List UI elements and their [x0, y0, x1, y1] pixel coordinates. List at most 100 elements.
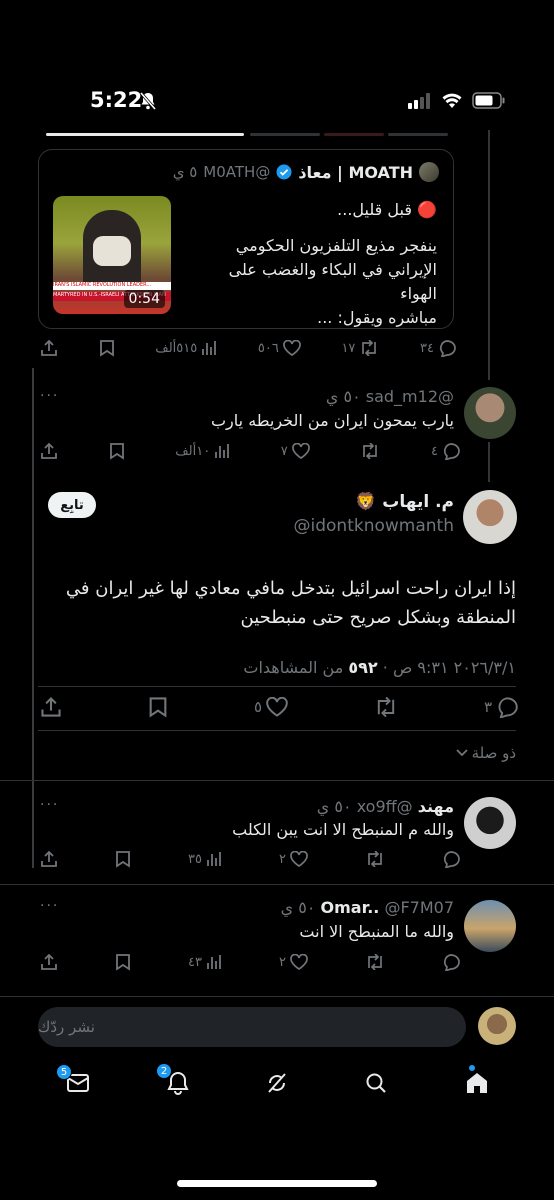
quoted-tweet-actions: ٥١٥ألف ٥٠٦ ١٧ ٣٤	[40, 339, 456, 357]
reply-input[interactable]: نشر ردّك	[38, 1007, 466, 1047]
bookmark-button[interactable]	[115, 953, 131, 971]
author-handle[interactable]: @xo9ff	[357, 797, 413, 816]
more-options-icon[interactable]: ···	[40, 797, 59, 813]
avatar[interactable]	[464, 797, 516, 849]
like-count: ٢	[278, 851, 286, 867]
reply-header: مهند @xo9ff ٥٠ ي	[317, 797, 454, 816]
bookmark-button[interactable]	[115, 850, 131, 868]
nav-notifications[interactable]: 2	[156, 1063, 190, 1095]
like-button[interactable]: ٥	[254, 697, 288, 717]
more-options-icon[interactable]: ···	[40, 388, 59, 404]
home-unread-dot	[469, 1065, 475, 1071]
like-button[interactable]: ٢	[279, 851, 308, 867]
status-icons	[408, 92, 506, 109]
tweet-text-line: إذا ايران راحت اسرائيل بتدخل مافي معادي …	[65, 578, 516, 599]
reply-button[interactable]	[442, 850, 460, 868]
relevance-label: ذو صلة	[471, 744, 516, 762]
media-progress-segment	[46, 133, 244, 136]
quoted-text-line: 🔴 قبل قليل...	[337, 200, 437, 219]
signal-icon	[408, 92, 432, 109]
share-button[interactable]	[40, 339, 58, 357]
like-count: ٧	[280, 443, 288, 459]
author-name[interactable]: مهند	[418, 797, 454, 816]
repost-button[interactable]: ١٧	[341, 340, 379, 356]
tweet-time: ٥ ي	[172, 163, 198, 181]
share-button[interactable]	[40, 442, 58, 460]
like-count: ٥٠٦	[257, 340, 279, 356]
reply-text: والله ما المنبطح الا انت	[299, 922, 454, 941]
views-button[interactable]: ١٠ألف	[175, 443, 230, 459]
reply-actions: ٣٥ ٢	[40, 850, 460, 868]
more-options-icon[interactable]: ···	[40, 898, 59, 914]
divider	[0, 884, 554, 885]
media-progress-segment	[250, 133, 320, 136]
reply-button[interactable]: ٣٤	[420, 339, 456, 357]
tweet-time: ٥٠ ي	[316, 797, 352, 816]
nav-search[interactable]	[364, 1071, 388, 1095]
thumbnail-figure	[93, 236, 131, 266]
follow-button[interactable]: تابِع	[48, 492, 96, 518]
video-duration: 0:54	[123, 290, 165, 308]
bookmark-button[interactable]	[99, 339, 115, 357]
views-button[interactable]: ٥١٥ألف	[155, 340, 217, 356]
reply-button[interactable]	[442, 953, 460, 971]
reply-header: Omar.. @F7M07 ٥٠ ي	[281, 898, 454, 917]
tweet-date: ٢٠٢٦/٣/١ ٩:٣١ ص	[392, 658, 516, 677]
share-button[interactable]	[40, 696, 62, 718]
main-tweet-text: إذا ايران راحت اسرائيل بتدخل مافي معادي …	[36, 574, 516, 632]
video-thumbnail[interactable]: IRAN'S ISLAMIC REVOLUTION LEADER... MART…	[53, 196, 171, 314]
avatar[interactable]	[464, 900, 516, 952]
current-user-avatar[interactable]	[478, 1007, 516, 1045]
author-name[interactable]: Omar..	[321, 898, 380, 917]
grok-icon	[265, 1071, 289, 1095]
avatar[interactable]	[464, 387, 516, 439]
like-button[interactable]: ٧	[281, 443, 310, 459]
repost-button[interactable]	[360, 443, 380, 459]
share-button[interactable]	[40, 850, 58, 868]
nav-home[interactable]	[465, 1065, 489, 1095]
status-time: 5:22	[90, 88, 143, 112]
author-handle[interactable]: @F7M07	[384, 898, 454, 917]
reply-button[interactable]: ٤	[431, 442, 460, 460]
relevance-sort-dropdown[interactable]: ذو صلة	[455, 744, 516, 762]
battery-icon	[472, 92, 506, 109]
notifications-badge: 2	[156, 1063, 172, 1079]
main-tweet-actions: ٥ ٣	[40, 696, 518, 718]
avatar[interactable]	[463, 490, 517, 544]
bookmark-button[interactable]	[148, 696, 168, 718]
views-button[interactable]: ٣٥	[188, 851, 222, 867]
reply-placeholder: نشر ردّك	[38, 1018, 95, 1036]
tweet-meta: ٢٠٢٦/٣/١ ٩:٣١ ص · ٥٩٢ من المشاهدات	[243, 658, 516, 677]
reply-button[interactable]: ٣	[483, 696, 518, 718]
repost-button[interactable]	[374, 697, 398, 717]
like-button[interactable]: ٥٠٦	[258, 340, 301, 356]
thread-connector	[488, 442, 490, 482]
views-button[interactable]: ٤٣	[188, 954, 222, 970]
author-handle[interactable]: @idontknowmanth	[294, 516, 454, 536]
quoted-tweet-card[interactable]: MOATH | معاذ @M0ATH ٥ ي 🔴 قبل قليل... ين…	[38, 149, 454, 329]
reply-count: ٣	[483, 698, 492, 716]
like-count: ٢	[278, 954, 286, 970]
reply-text: والله م المنبطح الا انت يبن الكلب	[232, 820, 454, 839]
scroll-indicator[interactable]	[32, 368, 34, 868]
views-count: ٥٩٢	[348, 658, 378, 677]
author-name[interactable]: م. ايهاب	[382, 492, 454, 512]
silent-mode-icon	[140, 92, 156, 110]
search-icon	[364, 1071, 388, 1095]
tweet-text-line: المنطقة وبشكل صريح حتى منبطحين	[240, 607, 517, 628]
divider	[0, 780, 554, 781]
share-button[interactable]	[40, 953, 58, 971]
author-handle: @M0ATH	[203, 163, 271, 181]
repost-button[interactable]	[365, 851, 385, 867]
chevron-down-icon	[455, 749, 468, 757]
verified-badge-icon	[276, 164, 292, 180]
like-button[interactable]: ٢	[279, 954, 308, 970]
like-count: ٥	[253, 698, 262, 716]
tweet-time: ٥٠ ي	[280, 898, 316, 917]
wifi-icon	[442, 93, 462, 109]
nav-grok[interactable]	[265, 1071, 289, 1095]
nav-messages[interactable]: 5	[56, 1064, 90, 1094]
author-handle[interactable]: @sad_m12	[366, 387, 454, 406]
repost-button[interactable]	[365, 954, 385, 970]
bookmark-button[interactable]	[109, 442, 125, 460]
